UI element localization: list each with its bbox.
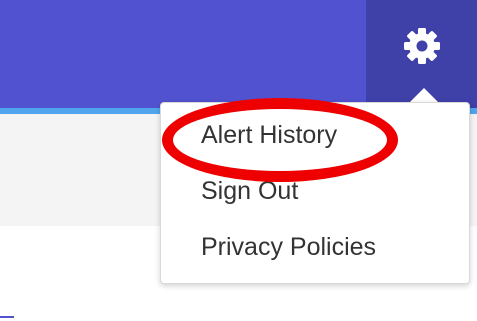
bottom-edge-mark [0,316,14,318]
menu-item-privacy-policies[interactable]: Privacy Policies [201,233,376,262]
menu-item-sign-out[interactable]: Sign Out [201,177,298,206]
gear-icon [402,27,442,71]
dropdown-caret [409,88,439,103]
menu-item-alert-history[interactable]: Alert History [201,121,337,150]
settings-dropdown-menu: Alert History Sign Out Privacy Policies [160,102,470,284]
